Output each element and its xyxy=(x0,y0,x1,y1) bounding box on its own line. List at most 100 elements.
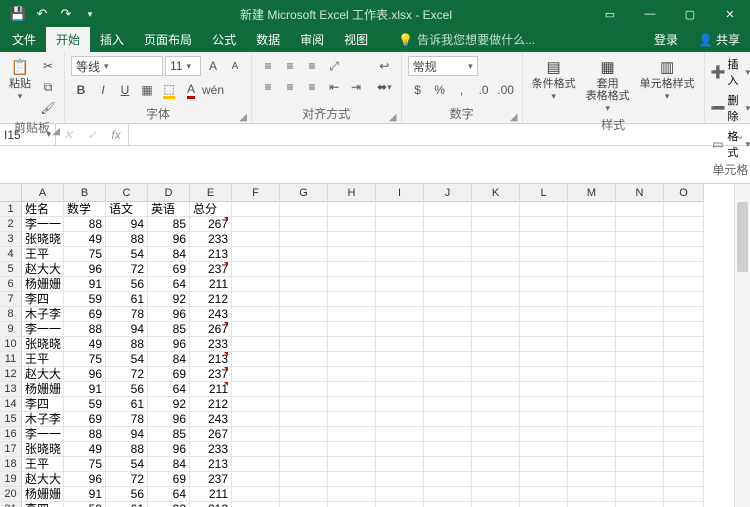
cell[interactable]: 212 xyxy=(190,292,232,307)
insert-cells-icon[interactable]: ➕ xyxy=(711,62,726,82)
cell[interactable]: 张晓晓 xyxy=(22,442,64,457)
redo-icon[interactable]: ↷ xyxy=(54,2,78,26)
cell[interactable] xyxy=(376,457,424,472)
cell[interactable] xyxy=(424,277,472,292)
cell[interactable]: 94 xyxy=(106,217,148,232)
cell[interactable]: 总分 xyxy=(190,202,232,217)
cell[interactable]: 英语 xyxy=(148,202,190,217)
cell[interactable]: 李一一 xyxy=(22,217,64,232)
cell[interactable]: 96 xyxy=(148,337,190,352)
cell[interactable] xyxy=(568,217,616,232)
cell[interactable] xyxy=(616,307,664,322)
cell[interactable] xyxy=(616,292,664,307)
font-name-select[interactable]: 等线▾ xyxy=(71,56,163,76)
cell[interactable] xyxy=(664,202,704,217)
cell[interactable] xyxy=(568,307,616,322)
col-header[interactable]: K xyxy=(472,184,520,202)
cell[interactable]: 85 xyxy=(148,217,190,232)
share-button[interactable]: 👤共享 xyxy=(688,27,750,52)
cell[interactable] xyxy=(232,292,280,307)
cell[interactable] xyxy=(280,217,328,232)
cell[interactable] xyxy=(568,457,616,472)
cell[interactable] xyxy=(232,457,280,472)
cell[interactable]: 94 xyxy=(106,427,148,442)
cell[interactable] xyxy=(328,472,376,487)
col-header[interactable]: H xyxy=(328,184,376,202)
cell[interactable] xyxy=(616,427,664,442)
border-icon[interactable]: ▦ xyxy=(137,80,157,100)
cell[interactable] xyxy=(472,352,520,367)
cell[interactable] xyxy=(520,202,568,217)
cell[interactable] xyxy=(472,397,520,412)
cell[interactable] xyxy=(568,427,616,442)
cell[interactable] xyxy=(376,487,424,502)
cell[interactable] xyxy=(424,352,472,367)
spreadsheet-grid[interactable]: ABCDEFGHIJKLMNO 123456789101112131415161… xyxy=(0,184,750,507)
tab-文件[interactable]: 文件 xyxy=(2,27,46,52)
cell[interactable] xyxy=(664,247,704,262)
cell[interactable] xyxy=(568,232,616,247)
cell[interactable] xyxy=(376,247,424,262)
cell[interactable] xyxy=(424,502,472,507)
cell[interactable] xyxy=(664,412,704,427)
qat-dropdown-icon[interactable]: ▾ xyxy=(78,2,102,26)
cell[interactable] xyxy=(520,247,568,262)
cell[interactable]: 233 xyxy=(190,337,232,352)
cell[interactable] xyxy=(424,367,472,382)
cell[interactable] xyxy=(568,277,616,292)
cell[interactable] xyxy=(232,367,280,382)
cell[interactable] xyxy=(328,307,376,322)
cell[interactable] xyxy=(280,397,328,412)
cell[interactable]: 李四 xyxy=(22,397,64,412)
cell[interactable] xyxy=(424,262,472,277)
cell[interactable] xyxy=(424,322,472,337)
col-header[interactable]: A xyxy=(22,184,64,202)
cell[interactable] xyxy=(616,367,664,382)
cell[interactable] xyxy=(328,397,376,412)
cell[interactable] xyxy=(616,202,664,217)
cell[interactable]: 69 xyxy=(148,262,190,277)
cell[interactable] xyxy=(664,277,704,292)
cell[interactable] xyxy=(664,457,704,472)
dialog-launcher-icon[interactable]: ◢ xyxy=(510,112,518,123)
cell[interactable] xyxy=(376,292,424,307)
cell[interactable] xyxy=(232,397,280,412)
cell[interactable] xyxy=(280,412,328,427)
cell[interactable] xyxy=(328,352,376,367)
cell[interactable] xyxy=(664,232,704,247)
cell[interactable]: 61 xyxy=(106,397,148,412)
cell[interactable]: 59 xyxy=(64,397,106,412)
cell[interactable] xyxy=(520,217,568,232)
cell[interactable]: 赵大大 xyxy=(22,262,64,277)
cell[interactable] xyxy=(472,382,520,397)
align-right-icon[interactable]: ≡ xyxy=(302,77,322,97)
shrink-font-icon[interactable]: A xyxy=(225,56,245,76)
row-header[interactable]: 4 xyxy=(0,247,22,262)
cell[interactable]: 69 xyxy=(148,367,190,382)
cell[interactable]: 96 xyxy=(148,412,190,427)
cell[interactable] xyxy=(280,502,328,507)
cell[interactable] xyxy=(568,322,616,337)
cell[interactable] xyxy=(568,292,616,307)
cell[interactable]: 72 xyxy=(106,367,148,382)
table-format-button[interactable]: ▦套用 表格格式▾ xyxy=(583,56,633,115)
cell[interactable] xyxy=(280,337,328,352)
cell[interactable] xyxy=(472,292,520,307)
inc-decimal-icon[interactable]: .0 xyxy=(474,80,494,100)
cell[interactable]: 243 xyxy=(190,412,232,427)
tab-开始[interactable]: 开始 xyxy=(46,27,90,52)
cell[interactable]: 84 xyxy=(148,457,190,472)
row-header[interactable]: 6 xyxy=(0,277,22,292)
cell[interactable] xyxy=(280,457,328,472)
tell-me[interactable]: 💡告诉我您想要做什么... xyxy=(390,27,543,52)
cell[interactable] xyxy=(664,472,704,487)
cell[interactable] xyxy=(664,502,704,507)
cell[interactable]: 96 xyxy=(148,442,190,457)
cell[interactable] xyxy=(616,382,664,397)
cell[interactable] xyxy=(568,262,616,277)
cell[interactable] xyxy=(664,367,704,382)
col-header[interactable]: L xyxy=(520,184,568,202)
select-all-corner[interactable] xyxy=(0,184,22,202)
minimize-icon[interactable]: — xyxy=(630,0,670,28)
cell[interactable] xyxy=(328,382,376,397)
